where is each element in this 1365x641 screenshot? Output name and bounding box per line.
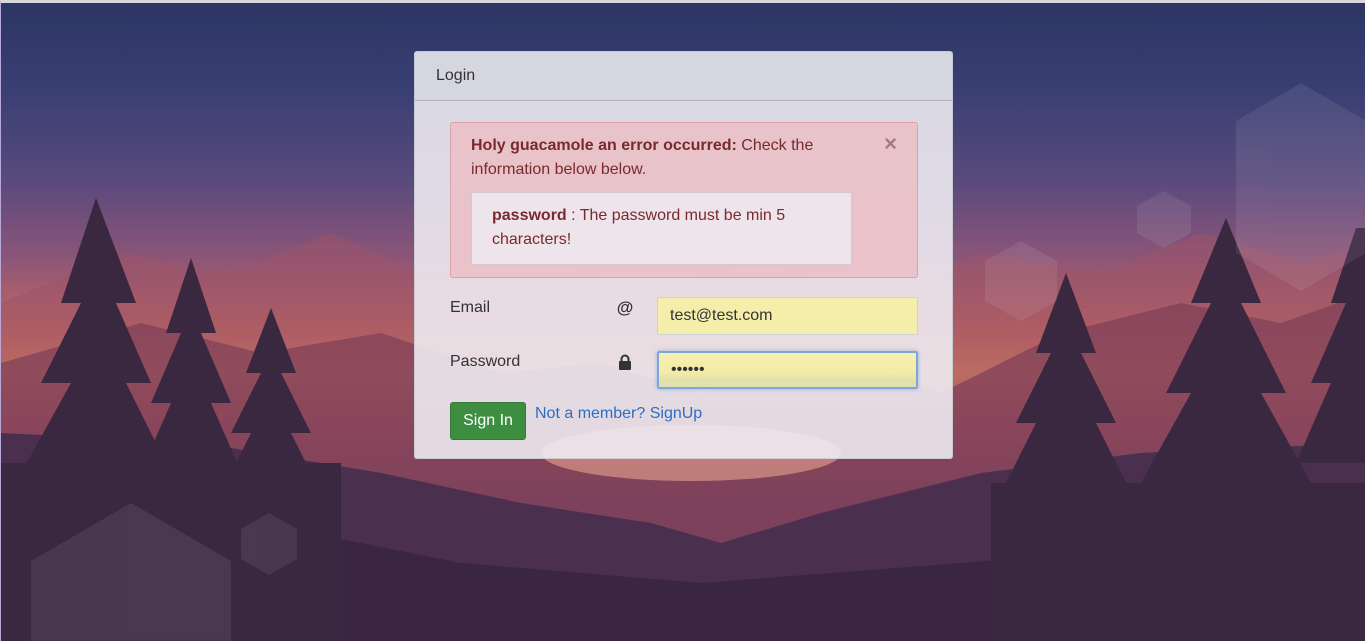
password-label: Password [450, 353, 521, 370]
alert-message: Holy guacamole an error occurred: Check … [471, 134, 841, 182]
login-page: Login Holy guacamole an error occurred: … [0, 0, 1365, 641]
lock-icon [616, 351, 634, 373]
email-label: Email [450, 299, 491, 316]
password-field[interactable]: •••••• [657, 351, 918, 389]
error-alert: Holy guacamole an error occurred: Check … [450, 122, 918, 278]
at-icon: @ [616, 298, 634, 317]
sign-in-button[interactable]: Sign In [450, 402, 526, 440]
alert-title: Holy guacamole an error occurred: [471, 137, 737, 154]
password-row: Password •••••• [450, 351, 918, 389]
close-icon[interactable]: × [884, 133, 897, 155]
validation-detail: password : The password must be min 5 ch… [471, 192, 852, 265]
login-panel: Login Holy guacamole an error occurred: … [414, 51, 953, 459]
email-field[interactable]: test@test.com [657, 297, 918, 335]
email-row: Email @ test@test.com [450, 297, 918, 335]
validation-field: password [492, 207, 567, 224]
signup-link[interactable]: Not a member? SignUp [535, 403, 702, 425]
panel-heading: Login [415, 52, 952, 101]
